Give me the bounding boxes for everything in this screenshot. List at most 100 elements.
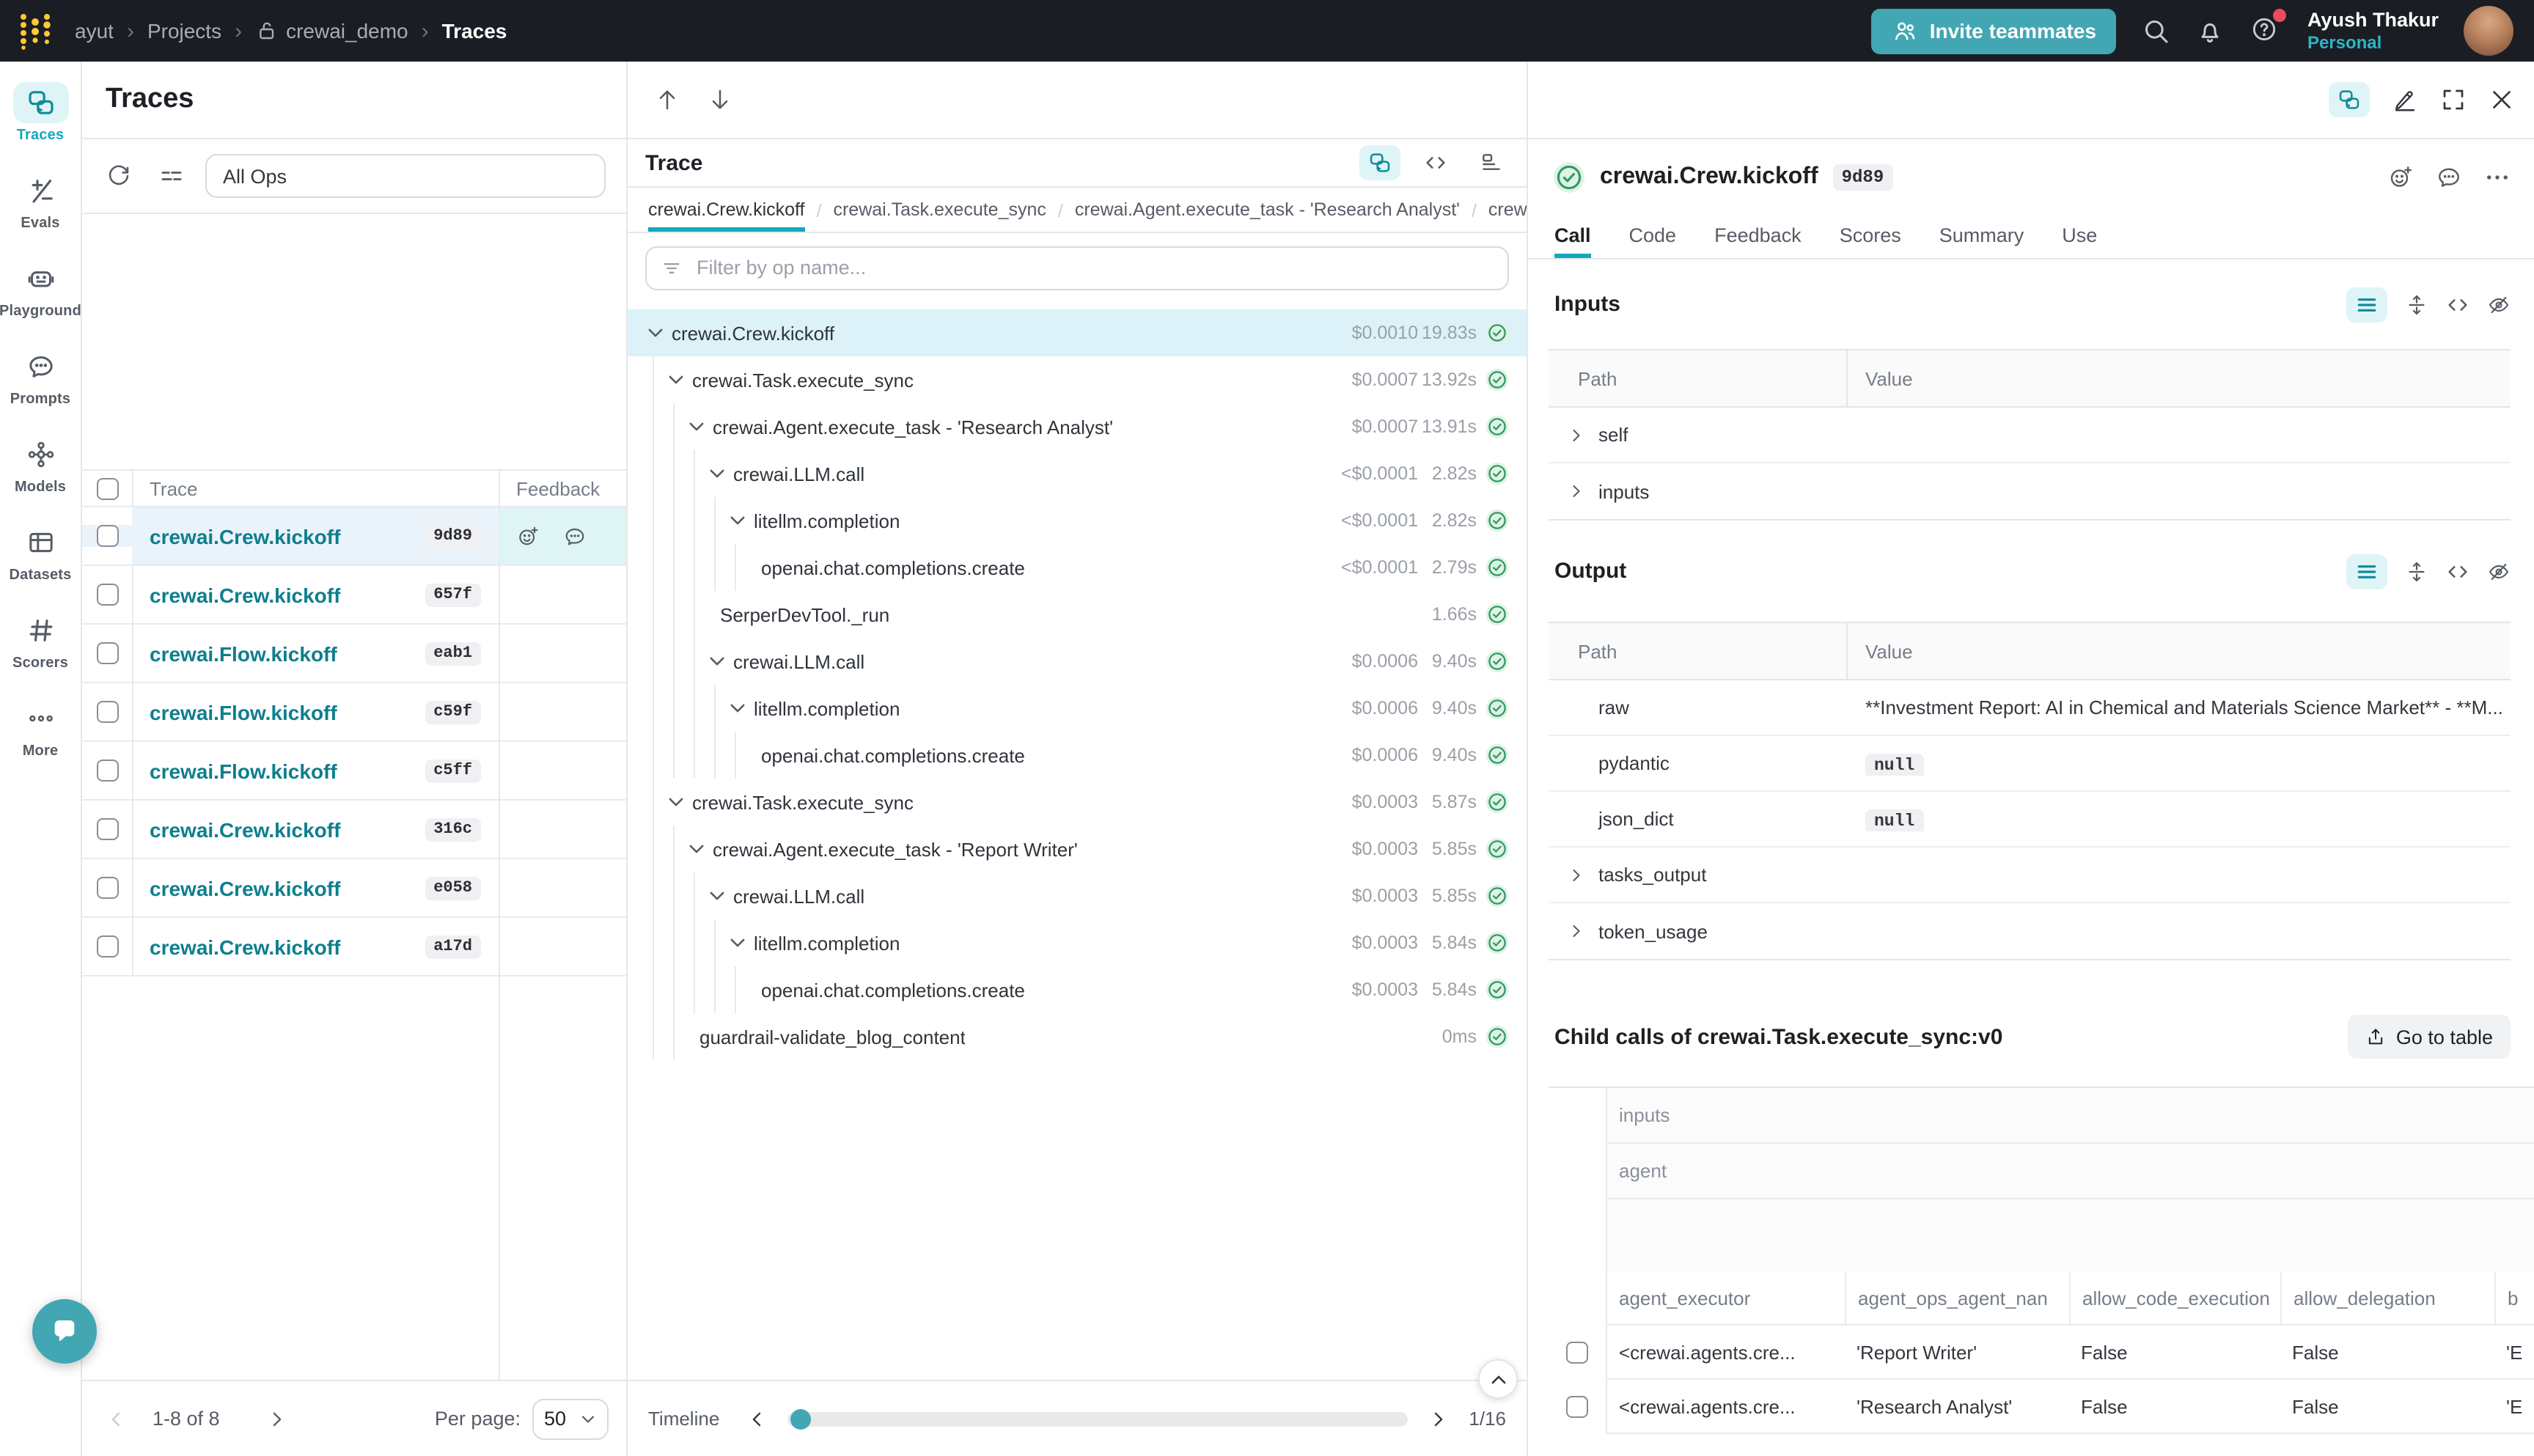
- op-name-filter[interactable]: [645, 246, 1509, 290]
- row-checkbox[interactable]: [96, 877, 118, 899]
- table-row[interactable]: crewai.Crew.kickoff 657f: [82, 566, 626, 625]
- table-row[interactable]: <crewai.agents.cre...'Report Writer'Fals…: [1607, 1326, 2534, 1380]
- chevron-right-icon[interactable]: [1568, 426, 1585, 444]
- tree-row[interactable]: crewai.LLM.call$0.00069.40s: [628, 638, 1527, 685]
- path-tab-0[interactable]: crewai.Crew.kickoff: [648, 188, 805, 232]
- sidebar-item-scorers[interactable]: Scorers: [0, 610, 81, 698]
- tree-row[interactable]: crewai.Task.execute_sync$0.000713.92s: [628, 356, 1527, 403]
- timeline-next-button[interactable]: [1422, 1402, 1454, 1435]
- sidebar-item-traces[interactable]: Traces: [0, 82, 81, 170]
- invite-teammates-button[interactable]: Invite teammates: [1871, 8, 2117, 54]
- help-button[interactable]: [2250, 14, 2280, 48]
- breadcrumb-item-crewai_demo[interactable]: crewai_demo: [255, 19, 408, 43]
- tree-row[interactable]: litellm.completion<$0.00012.82s: [628, 497, 1527, 544]
- tree-row[interactable]: crewai.LLM.call$0.00035.85s: [628, 872, 1527, 919]
- search-icon[interactable]: [2142, 16, 2171, 45]
- op-name-filter-input[interactable]: [694, 255, 1493, 280]
- chat-widget-button[interactable]: [32, 1299, 97, 1364]
- avatar[interactable]: [2464, 6, 2513, 56]
- path-tab-3[interactable]: crewai.LLM.cal: [1488, 188, 1527, 232]
- sidebar-item-evals[interactable]: Evals: [0, 170, 81, 258]
- expand-rows-icon[interactable]: [2405, 293, 2428, 316]
- row-checkbox[interactable]: [96, 760, 118, 782]
- next-trace-button[interactable]: [701, 81, 739, 119]
- tree-row[interactable]: openai.chat.completions.create$0.00069.4…: [628, 732, 1527, 779]
- close-icon[interactable]: [2489, 87, 2515, 113]
- list-view-button[interactable]: [2346, 554, 2387, 589]
- trace-link[interactable]: crewai.Crew.kickoff: [150, 583, 340, 606]
- timeline-slider-handle[interactable]: [790, 1408, 810, 1429]
- path-tab-2[interactable]: crewai.Agent.execute_task - 'Research An…: [1075, 188, 1460, 232]
- tab-scores[interactable]: Scores: [1840, 216, 1901, 258]
- overflow-menu-icon[interactable]: [2484, 164, 2511, 191]
- code-view-button[interactable]: [1415, 145, 1456, 180]
- trace-link[interactable]: crewai.Crew.kickoff: [150, 876, 340, 900]
- tree-row[interactable]: litellm.completion$0.00035.84s: [628, 919, 1527, 966]
- sidebar-item-more[interactable]: More: [0, 698, 81, 786]
- tab-feedback[interactable]: Feedback: [1714, 216, 1802, 258]
- tree-row[interactable]: openai.chat.completions.create$0.00035.8…: [628, 966, 1527, 1013]
- table-row[interactable]: crewai.Crew.kickoff a17d: [82, 918, 626, 977]
- tree-row[interactable]: crewai.LLM.call<$0.00012.82s: [628, 450, 1527, 497]
- tree-row[interactable]: SerperDevTool._run1.66s: [628, 591, 1527, 638]
- kv-row[interactable]: self: [1549, 408, 2511, 463]
- fullscreen-icon[interactable]: [2440, 87, 2467, 113]
- trace-link[interactable]: crewai.Flow.kickoff: [150, 700, 337, 724]
- timeline-slider[interactable]: [787, 1411, 1407, 1426]
- tree-row[interactable]: crewai.Agent.execute_task - 'Report Writ…: [628, 826, 1527, 872]
- sidebar-item-playground[interactable]: Playground: [0, 258, 81, 346]
- trace-id-badge[interactable]: a17d: [425, 935, 481, 958]
- sidebar-item-models[interactable]: Models: [0, 434, 81, 522]
- refresh-button[interactable]: [100, 157, 138, 195]
- wandb-logo-icon[interactable]: [16, 12, 54, 50]
- row-checkbox[interactable]: [96, 701, 118, 723]
- hide-icon[interactable]: [2487, 559, 2511, 583]
- table-row[interactable]: crewai.Flow.kickoffc59f: [82, 683, 626, 742]
- row-checkbox[interactable]: [96, 525, 118, 547]
- per-page-select[interactable]: 50: [532, 1398, 609, 1439]
- breadcrumb-item-ayut[interactable]: ayut: [75, 19, 114, 43]
- row-checkbox[interactable]: [1566, 1396, 1588, 1418]
- comment-icon[interactable]: [563, 524, 587, 548]
- breadcrumb-item-Projects[interactable]: Projects: [147, 19, 221, 43]
- table-row[interactable]: crewai.Crew.kickoffe058: [82, 859, 626, 918]
- column-settings-button[interactable]: [153, 157, 191, 195]
- trace-link[interactable]: crewai.Flow.kickoff: [150, 641, 337, 665]
- trace-id-badge[interactable]: c5ff: [425, 759, 481, 782]
- kv-row[interactable]: pydanticnull: [1549, 736, 2511, 792]
- trace-link[interactable]: crewai.Crew.kickoff: [150, 935, 340, 958]
- kv-row[interactable]: inputs: [1549, 463, 2511, 519]
- trace-id-badge[interactable]: 316c: [425, 817, 481, 841]
- trace-link[interactable]: crewai.Crew.kickoff: [150, 817, 340, 841]
- trace-id-badge[interactable]: eab1: [425, 641, 481, 665]
- timeline-prev-button[interactable]: [740, 1402, 772, 1435]
- chevron-right-icon[interactable]: [1568, 922, 1585, 940]
- tree-row[interactable]: crewai.Agent.execute_task - 'Research An…: [628, 403, 1527, 450]
- breadcrumb-item-Traces[interactable]: Traces: [442, 19, 507, 43]
- table-row[interactable]: <crewai.agents.cre...'Research Analyst'F…: [1607, 1380, 2534, 1434]
- add-reaction-icon[interactable]: [516, 524, 540, 548]
- table-row[interactable]: crewai.Flow.kickoffc5ff: [82, 742, 626, 801]
- kv-row[interactable]: tasks_output: [1549, 848, 2511, 903]
- peek-tree-button[interactable]: [2329, 82, 2370, 117]
- prev-trace-button[interactable]: [648, 81, 686, 119]
- user-menu[interactable]: Ayush Thakur Personal: [2307, 8, 2439, 53]
- row-checkbox[interactable]: [1566, 1342, 1588, 1364]
- kv-row[interactable]: raw**Investment Report: AI in Chemical a…: [1549, 680, 2511, 736]
- tree-row[interactable]: guardrail-validate_blog_content0ms: [628, 1013, 1527, 1060]
- ops-filter-select[interactable]: All Ops: [205, 154, 606, 198]
- select-all-checkbox[interactable]: [96, 477, 118, 499]
- chevron-right-icon[interactable]: [1568, 482, 1585, 500]
- path-tab-1[interactable]: crewai.Task.execute_sync: [833, 188, 1046, 232]
- row-checkbox[interactable]: [96, 935, 118, 957]
- kv-row[interactable]: json_dictnull: [1549, 792, 2511, 848]
- hide-icon[interactable]: [2487, 293, 2511, 316]
- trace-id-badge[interactable]: 657f: [425, 583, 481, 606]
- prev-page-button[interactable]: [100, 1402, 132, 1435]
- table-row[interactable]: crewai.Crew.kickoff 316c: [82, 801, 626, 859]
- notifications-icon[interactable]: [2196, 16, 2225, 45]
- table-row[interactable]: crewai.Crew.kickoff9d89: [82, 507, 626, 566]
- row-checkbox[interactable]: [96, 818, 118, 840]
- trace-id-badge[interactable]: 9d89: [425, 524, 481, 548]
- row-checkbox[interactable]: [96, 642, 118, 664]
